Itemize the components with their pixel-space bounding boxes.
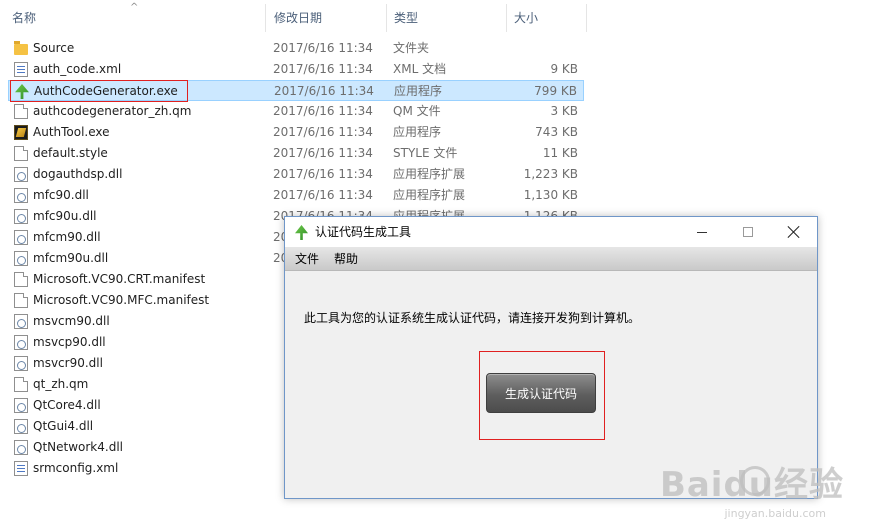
generate-auth-code-button[interactable]: 生成认证代码 <box>486 373 596 413</box>
file-row[interactable]: authcodegenerator_zh.qm 2017/6/16 11:34 QM… <box>8 101 584 122</box>
document-icon <box>14 293 28 308</box>
file-name: QtNetwork4.dll <box>33 440 123 454</box>
instruction-text: 此工具为您的认证系统生成认证代码，请连接开发狗到计算机。 <box>304 311 641 325</box>
file-name: dogauthdsp.dll <box>33 167 123 181</box>
file-date: 2017/6/16 11:34 <box>273 62 373 76</box>
dll-file-icon <box>14 335 28 350</box>
file-type: XML 文档 <box>393 62 447 76</box>
file-date: 2017/6/16 11:34 <box>273 146 373 160</box>
file-date: 2017/6/16 11:34 <box>273 41 373 55</box>
menu-file[interactable]: 文件 <box>291 247 323 271</box>
file-size: 11 KB <box>542 146 578 160</box>
file-date: 2017/6/16 11:34 <box>273 125 373 139</box>
dll-file-icon <box>14 167 28 182</box>
maximize-button[interactable] <box>725 217 771 247</box>
file-row[interactable]: AuthTool.exe 2017/6/16 11:34 应用程序 743 KB <box>8 122 584 143</box>
file-type: QM 文件 <box>393 104 441 118</box>
minimize-button[interactable] <box>679 217 725 247</box>
window-titlebar[interactable]: 认证代码生成工具 <box>285 217 817 247</box>
menu-bar: 文件 帮助 <box>285 247 817 271</box>
file-row[interactable]: dogauthdsp.dll 2017/6/16 11:34 应用程序扩展 1,223… <box>8 164 584 185</box>
minimize-icon <box>697 231 707 233</box>
file-date: 2017/6/16 11:34 <box>274 84 374 98</box>
file-type: 应用程序 <box>393 125 442 139</box>
column-header-type[interactable]: 类型 <box>382 0 418 36</box>
sort-ascending-icon: ^ <box>130 2 139 13</box>
file-name: QtCore4.dll <box>33 398 101 412</box>
document-icon <box>14 272 28 287</box>
file-row[interactable]: AuthCodeGenerator.exe 2017/6/16 11:34 应用程序… <box>8 80 584 101</box>
file-name: AuthCodeGenerator.exe <box>34 84 178 98</box>
file-name: mfc90u.dll <box>33 209 97 223</box>
file-row[interactable]: auth_code.xml 2017/6/16 11:34 XML 文档 9 KB <box>8 59 584 80</box>
file-size: 3 KB <box>550 104 578 118</box>
file-name: QtGui4.dll <box>33 419 94 433</box>
column-header-name[interactable]: 名称 <box>0 0 36 36</box>
watermark-url: jingyan.baidu.com <box>724 507 826 520</box>
close-icon <box>788 226 800 238</box>
file-name: Microsoft.VC90.CRT.manifest <box>33 272 206 286</box>
dll-file-icon <box>14 188 28 203</box>
file-type: 文件夹 <box>393 41 430 55</box>
column-header-size[interactable]: 大小 <box>502 0 538 36</box>
file-size: 743 KB <box>535 125 578 139</box>
file-size: 1,130 KB <box>523 188 578 202</box>
file-name: srmconfig.xml <box>33 461 119 475</box>
file-row[interactable]: default.style 2017/6/16 11:34 STYLE 文件 11 K… <box>8 143 584 164</box>
file-name: authcodegenerator_zh.qm <box>33 104 192 118</box>
file-row[interactable]: mfc90.dll 2017/6/16 11:34 应用程序扩展 1,130 KB <box>8 185 584 206</box>
file-name: default.style <box>33 146 108 160</box>
file-row[interactable]: Source 2017/6/16 11:34 文件夹 <box>8 38 584 59</box>
app-arrow-icon <box>295 225 308 240</box>
file-size: 9 KB <box>550 62 578 76</box>
dll-file-icon <box>14 314 28 329</box>
file-name: msvcr90.dll <box>33 356 103 370</box>
dll-file-icon <box>14 419 28 434</box>
file-date: 2017/6/16 11:34 <box>273 104 373 118</box>
dll-file-icon <box>14 230 28 245</box>
file-name: msvcp90.dll <box>33 335 106 349</box>
column-header-bar: 名称 ^ 修改日期 类型 大小 <box>0 0 588 36</box>
document-icon <box>14 104 28 119</box>
file-name: mfc90.dll <box>33 188 89 202</box>
exe-green-icon <box>15 84 29 99</box>
close-button[interactable] <box>771 217 817 247</box>
file-name: Microsoft.VC90.MFC.manifest <box>33 293 210 307</box>
file-name: mfcm90.dll <box>33 230 101 244</box>
file-name: mfcm90u.dll <box>33 251 109 265</box>
file-name: Source <box>33 41 75 55</box>
dll-file-icon <box>14 398 28 413</box>
file-size: 799 KB <box>534 84 577 98</box>
file-name: msvcm90.dll <box>33 314 110 328</box>
watermark-brand: Baidu经验 <box>659 465 844 505</box>
xml-file-icon <box>14 62 28 77</box>
file-name: AuthTool.exe <box>33 125 110 139</box>
dll-file-icon <box>14 440 28 455</box>
file-size: 1,223 KB <box>523 167 578 181</box>
column-separator[interactable] <box>586 4 587 32</box>
document-icon <box>14 146 28 161</box>
file-name: auth_code.xml <box>33 62 122 76</box>
document-icon <box>14 377 28 392</box>
maximize-icon <box>743 227 753 237</box>
file-type: 应用程序 <box>394 84 443 98</box>
file-date: 2017/6/16 11:34 <box>273 167 373 181</box>
file-type: STYLE 文件 <box>393 146 458 160</box>
window-title: 认证代码生成工具 <box>315 225 412 239</box>
file-name: qt_zh.qm <box>33 377 89 391</box>
xml-file-icon <box>14 461 28 476</box>
file-type: 应用程序扩展 <box>393 167 466 181</box>
dll-file-icon <box>14 209 28 224</box>
file-date: 2017/6/16 11:34 <box>273 188 373 202</box>
folder-icon <box>14 41 28 55</box>
column-header-date[interactable]: 修改日期 <box>262 0 322 36</box>
exe-tool-icon <box>14 125 28 140</box>
file-type: 应用程序扩展 <box>393 188 466 202</box>
dll-file-icon <box>14 251 28 266</box>
menu-help[interactable]: 帮助 <box>330 247 362 271</box>
dll-file-icon <box>14 356 28 371</box>
